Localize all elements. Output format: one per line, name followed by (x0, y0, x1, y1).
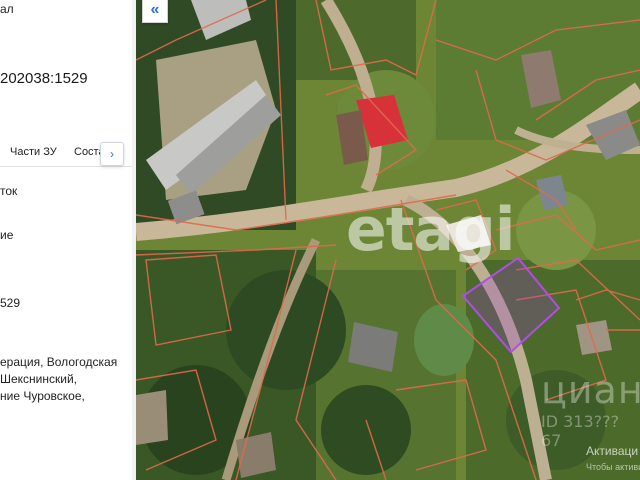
tab-parts[interactable]: Части ЗУ (10, 146, 57, 158)
field-value-2: ие (0, 228, 14, 242)
panel-title-fragment: ал (0, 2, 14, 16)
address-block: ерация, Вологодская Шекснинский, ние Чур… (0, 354, 117, 405)
address-line-2: Шекснинский, (0, 372, 78, 386)
field-value-1: ток (0, 184, 18, 198)
address-line-3: ние Чуровское, (0, 389, 85, 403)
tabs-next-button[interactable]: › (100, 142, 124, 166)
info-panel: ал 202038:1529 Части ЗУ Соста › ток ие 5… (0, 0, 137, 480)
watermark-cian: циан (541, 368, 640, 412)
watermark-etagi: etagi (346, 195, 515, 265)
field-value-3: 529 (0, 296, 21, 310)
cadastral-number: 202038:1529 (0, 70, 88, 87)
address-line-1: ерация, Вологодская (0, 355, 118, 369)
windows-activation-text: Активаци (586, 444, 639, 458)
windows-activation-subtext: Чтобы активи (586, 462, 640, 472)
collapse-panel-button[interactable]: « (142, 0, 168, 23)
map-view[interactable]: etagi циан ID 313??? 67 (136, 0, 640, 480)
